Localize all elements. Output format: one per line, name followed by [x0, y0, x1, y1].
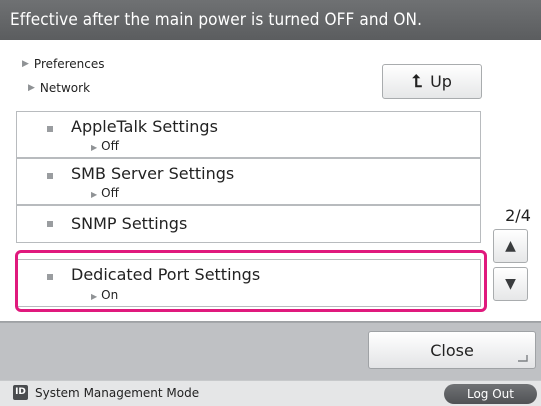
list-item-snmp-settings[interactable]: SNMP Settings [16, 205, 481, 243]
breadcrumb: ▶ Preferences ▶ Network [22, 55, 105, 97]
header-message-text: Effective after the main power is turned… [10, 10, 423, 30]
breadcrumb-label-network: Network [39, 81, 91, 95]
list-item-title: SMB Server Settings [71, 164, 235, 183]
bullet-icon [47, 221, 53, 227]
close-button-label: Close [430, 340, 474, 360]
down-triangle-icon: ▼ [505, 276, 516, 292]
close-button[interactable]: Close [368, 331, 536, 369]
right-triangle-icon: ▶ [91, 143, 98, 152]
list-item-value: ▶ Off [91, 186, 119, 202]
id-icon: ID [13, 385, 28, 400]
right-triangle-icon: ▶ [28, 83, 35, 93]
right-triangle-icon: ▶ [91, 190, 98, 199]
right-triangle-icon: ▶ [22, 59, 29, 69]
page-indicator: 2/4 [505, 206, 531, 225]
bullet-icon [47, 173, 53, 179]
breadcrumb-item-preferences: ▶ Preferences [22, 55, 105, 73]
scroll-down-button[interactable]: ▼ [493, 267, 528, 301]
list-item-appletalk-settings[interactable]: AppleTalk Settings ▶ Off [16, 111, 481, 158]
bullet-icon [47, 126, 53, 132]
list-item-title: SNMP Settings [71, 214, 188, 233]
up-arrow-icon: ⮤ [412, 71, 423, 92]
list-item-value: ▶ Off [91, 139, 119, 155]
list-item-title: AppleTalk Settings [71, 117, 218, 136]
up-button[interactable]: ⮤ Up [382, 64, 482, 99]
breadcrumb-item-network: ▶ Network [28, 79, 105, 97]
system-mode-label: System Management Mode [35, 386, 200, 400]
list-item-smb-server-settings[interactable]: SMB Server Settings ▶ Off [16, 158, 481, 205]
header-message: Effective after the main power is turned… [0, 0, 541, 40]
list-item-value-text: Off [101, 139, 119, 153]
up-triangle-icon: ▲ [505, 238, 516, 254]
corner-mark-icon [518, 355, 528, 362]
up-button-label: Up [430, 72, 452, 91]
selection-highlight [15, 250, 487, 312]
breadcrumb-label-preferences: Preferences [33, 57, 105, 71]
logout-button[interactable]: Log Out [444, 384, 537, 404]
scroll-up-button[interactable]: ▲ [493, 229, 528, 263]
list-item-value-text: Off [101, 186, 119, 200]
